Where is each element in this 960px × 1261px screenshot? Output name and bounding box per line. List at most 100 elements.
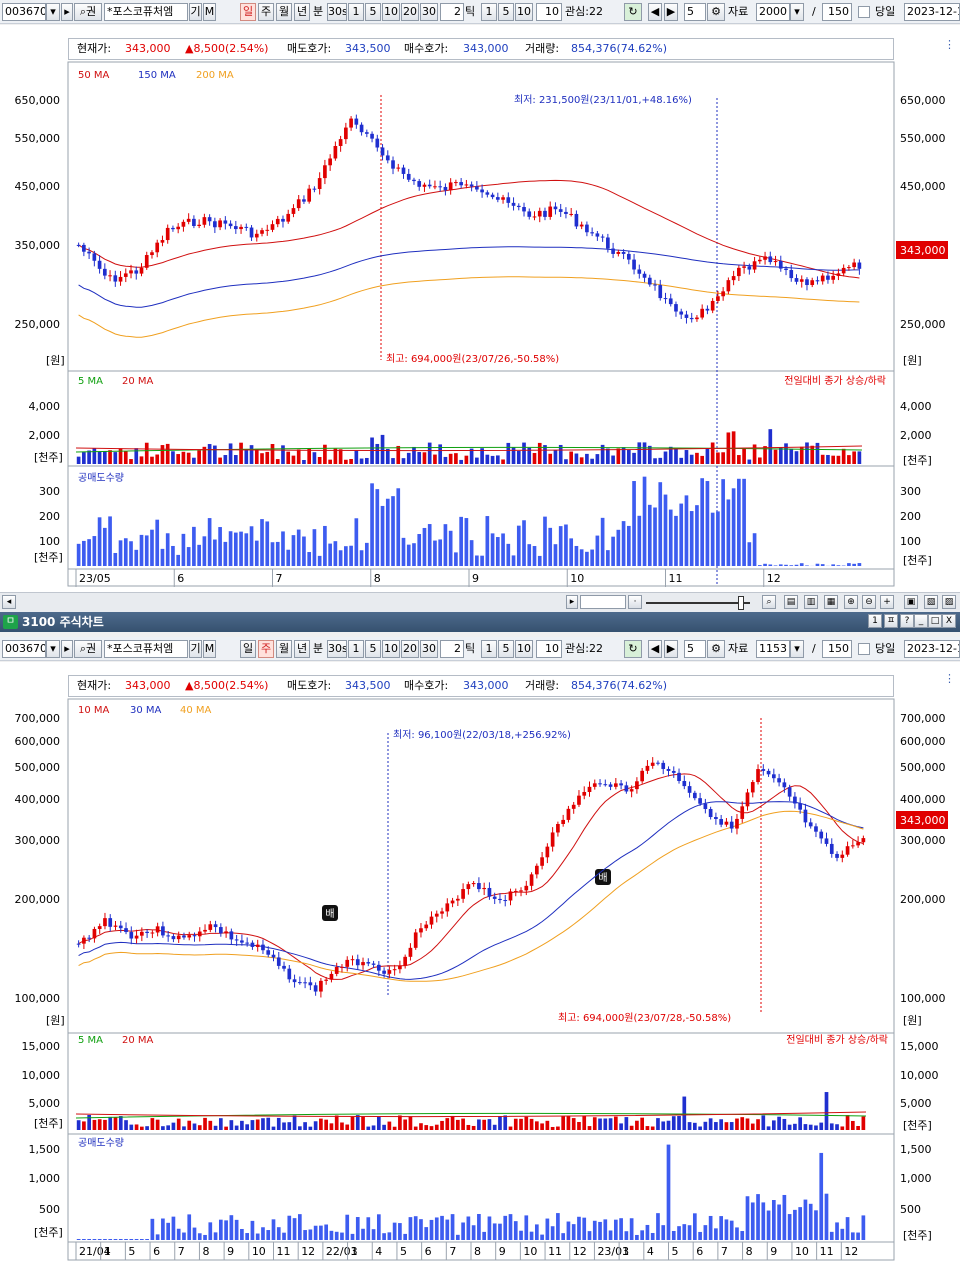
min-1-button[interactable]: 1 [348, 3, 364, 21]
tick-1-button[interactable]: 1 [481, 3, 497, 21]
volume-bar [97, 451, 102, 464]
next-icon[interactable]: ▶ [664, 640, 678, 658]
side-menu-icon-2[interactable]: ⋮ [944, 672, 955, 685]
refresh-icon[interactable]: ↻ [624, 3, 642, 21]
tool-icon-1[interactable]: ▤ [784, 595, 798, 609]
date-input[interactable]: 2023-12-1 [904, 3, 960, 21]
candle [737, 267, 741, 277]
tick-input[interactable]: 2 [440, 3, 464, 21]
candle [82, 244, 86, 252]
short-bar [719, 1216, 724, 1240]
candle [794, 278, 799, 282]
tick-10-button[interactable]: 10 [515, 3, 533, 21]
today-checkbox-2[interactable] [858, 643, 870, 655]
data-count-dropdown-icon[interactable]: ▾ [790, 3, 804, 21]
period-month-button-2[interactable]: 월 [276, 640, 292, 658]
view-count-input[interactable]: 150 [822, 3, 852, 21]
tool-icon-2[interactable]: ▥ [804, 595, 818, 609]
period-year-button[interactable]: 년 [294, 3, 310, 21]
min-30-button[interactable]: 30 [420, 3, 438, 21]
volume-bar [228, 443, 233, 464]
settings-icon[interactable]: ⚙ [707, 640, 725, 658]
prev-icon[interactable]: ◀ [648, 640, 662, 658]
tool-icon-6[interactable]: + [880, 595, 894, 609]
tick-count-input-2[interactable]: 10 [536, 640, 562, 658]
ytick-right-650000: 650,000 [900, 94, 946, 107]
code-dropdown-button[interactable]: ▾ [46, 3, 60, 21]
candle [139, 931, 144, 936]
min-5-button[interactable]: 5 [365, 3, 381, 21]
min-20-button[interactable]: 20 [401, 3, 419, 21]
window-ctrl-2[interactable]: ㅍ [884, 614, 898, 628]
min-30s-button-2[interactable]: 30s [327, 640, 347, 658]
settings-icon[interactable]: ⚙ [707, 3, 725, 21]
side-menu-icon[interactable]: ⋮ [944, 38, 955, 51]
period-day-button-2[interactable]: 일 [240, 640, 256, 658]
search-button[interactable]: ⌕권 [74, 3, 102, 21]
min-20-button-2[interactable]: 20 [401, 640, 419, 658]
zoom-slider-handle[interactable] [738, 596, 744, 610]
min-30-button-2[interactable]: 30 [420, 640, 438, 658]
tool-icon-7[interactable]: ▣ [904, 595, 918, 609]
candle [645, 765, 650, 771]
chart-window-titlebar[interactable]: ㅁ 3100 주식차트 1 ㅍ ? _ □ X [0, 612, 960, 632]
candle [714, 817, 718, 820]
window-maximize-icon[interactable]: □ [928, 614, 942, 628]
info-button-2[interactable]: 기 [189, 640, 202, 658]
period-week-button-2[interactable]: 주 [258, 640, 274, 658]
zoom-icon[interactable]: ⌕ [762, 595, 776, 609]
zoom-slider-track[interactable] [646, 602, 750, 604]
tick-1-button-2[interactable]: 1 [481, 640, 497, 658]
min-5-button-2[interactable]: 5 [365, 640, 381, 658]
scroll-right-icon[interactable]: ▸ [566, 595, 578, 609]
prev-icon[interactable]: ◀ [648, 3, 662, 21]
tick-count-input[interactable]: 10 [536, 3, 562, 21]
period-day-button[interactable]: 일 [240, 3, 256, 21]
view-count-input-2[interactable]: 150 [822, 640, 852, 658]
window-close-icon[interactable]: X [942, 614, 956, 628]
ytick-right-200000: 200,000 [900, 893, 946, 906]
min-10-button[interactable]: 10 [382, 3, 400, 21]
next-icon[interactable]: ▶ [664, 3, 678, 21]
count-input[interactable]: 5 [684, 3, 706, 21]
scroll-thumb[interactable] [580, 595, 626, 609]
memo-button-2[interactable]: M [203, 640, 216, 658]
short-ytick-left-200: 200 [39, 510, 60, 523]
min-10-button-2[interactable]: 10 [382, 640, 400, 658]
zoom-reset-icon[interactable]: · [628, 595, 642, 609]
play-arrow-button[interactable]: ▸ [61, 3, 73, 21]
refresh-icon[interactable]: ↻ [624, 640, 642, 658]
today-checkbox[interactable] [858, 6, 870, 18]
period-year-button-2[interactable]: 년 [294, 640, 310, 658]
stock-code-input[interactable]: 003670 [2, 3, 46, 21]
data-count-select[interactable]: 2000 [756, 3, 790, 21]
tool-icon-8[interactable]: ▧ [924, 595, 938, 609]
date-input-2[interactable]: 2023-12-1 [904, 640, 960, 658]
memo-button[interactable]: M [203, 3, 216, 21]
window-ctrl-1[interactable]: 1 [868, 614, 882, 628]
tick-5-button[interactable]: 5 [498, 3, 514, 21]
tick-input-2[interactable]: 2 [440, 640, 464, 658]
count-input-2[interactable]: 5 [684, 640, 706, 658]
window-minimize-icon[interactable]: _ [914, 614, 928, 628]
tool-icon-4[interactable]: ⊕ [844, 595, 858, 609]
tool-icon-3[interactable]: ▦ [824, 595, 838, 609]
code-dropdown-button-2[interactable]: ▾ [46, 640, 60, 658]
window-app-icon: ㅁ [3, 615, 18, 629]
min-30s-button[interactable]: 30s [327, 3, 347, 21]
tick-5-button-2[interactable]: 5 [498, 640, 514, 658]
info-button[interactable]: 기 [189, 3, 202, 21]
stock-code-input-2[interactable]: 003670 [2, 640, 46, 658]
min-1-button-2[interactable]: 1 [348, 640, 364, 658]
window-help-icon[interactable]: ? [900, 614, 914, 628]
period-week-button[interactable]: 주 [258, 3, 274, 21]
period-month-button[interactable]: 월 [276, 3, 292, 21]
scroll-left-icon[interactable]: ◂ [2, 595, 16, 609]
play-arrow-button-2[interactable]: ▸ [61, 640, 73, 658]
tick-10-button-2[interactable]: 10 [515, 640, 533, 658]
data-count-select-2[interactable]: 1153 [756, 640, 790, 658]
tool-icon-5[interactable]: ⊖ [862, 595, 876, 609]
data-count-dropdown-icon[interactable]: ▾ [790, 640, 804, 658]
tool-icon-9[interactable]: ▨ [942, 595, 956, 609]
search-button-2[interactable]: ⌕권 [74, 640, 102, 658]
